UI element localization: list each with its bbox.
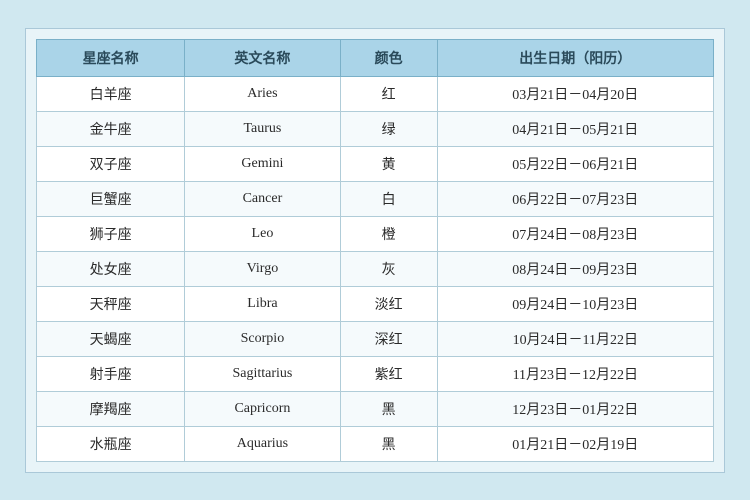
cell-english-name: Scorpio	[185, 321, 340, 356]
zodiac-table: 星座名称 英文名称 颜色 出生日期（阳历） 白羊座Aries红03月21日－04…	[36, 39, 714, 462]
cell-english-name: Cancer	[185, 181, 340, 216]
col-header-dates: 出生日期（阳历）	[437, 39, 713, 76]
cell-dates: 03月21日－04月20日	[437, 76, 713, 111]
cell-chinese-name: 双子座	[37, 146, 185, 181]
cell-color: 淡红	[340, 286, 437, 321]
cell-chinese-name: 水瓶座	[37, 426, 185, 461]
table-row: 白羊座Aries红03月21日－04月20日	[37, 76, 714, 111]
cell-color: 深红	[340, 321, 437, 356]
cell-chinese-name: 狮子座	[37, 216, 185, 251]
table-row: 天蝎座Scorpio深红10月24日－11月22日	[37, 321, 714, 356]
cell-color: 黑	[340, 426, 437, 461]
table-header-row: 星座名称 英文名称 颜色 出生日期（阳历）	[37, 39, 714, 76]
cell-chinese-name: 巨蟹座	[37, 181, 185, 216]
cell-color: 灰	[340, 251, 437, 286]
cell-english-name: Sagittarius	[185, 356, 340, 391]
cell-chinese-name: 天蝎座	[37, 321, 185, 356]
cell-dates: 04月21日－05月21日	[437, 111, 713, 146]
table-row: 金牛座Taurus绿04月21日－05月21日	[37, 111, 714, 146]
table-row: 双子座Gemini黄05月22日－06月21日	[37, 146, 714, 181]
cell-color: 红	[340, 76, 437, 111]
cell-dates: 06月22日－07月23日	[437, 181, 713, 216]
cell-dates: 05月22日－06月21日	[437, 146, 713, 181]
cell-chinese-name: 金牛座	[37, 111, 185, 146]
cell-color: 白	[340, 181, 437, 216]
cell-chinese-name: 处女座	[37, 251, 185, 286]
cell-english-name: Virgo	[185, 251, 340, 286]
table-row: 射手座Sagittarius紫红11月23日－12月22日	[37, 356, 714, 391]
cell-english-name: Gemini	[185, 146, 340, 181]
cell-dates: 08月24日－09月23日	[437, 251, 713, 286]
table-row: 天秤座Libra淡红09月24日－10月23日	[37, 286, 714, 321]
cell-dates: 10月24日－11月22日	[437, 321, 713, 356]
col-header-chinese: 星座名称	[37, 39, 185, 76]
cell-chinese-name: 射手座	[37, 356, 185, 391]
cell-color: 紫红	[340, 356, 437, 391]
cell-chinese-name: 天秤座	[37, 286, 185, 321]
cell-dates: 11月23日－12月22日	[437, 356, 713, 391]
table-row: 摩羯座Capricorn黑12月23日－01月22日	[37, 391, 714, 426]
cell-english-name: Capricorn	[185, 391, 340, 426]
cell-english-name: Aquarius	[185, 426, 340, 461]
cell-dates: 09月24日－10月23日	[437, 286, 713, 321]
cell-dates: 07月24日－08月23日	[437, 216, 713, 251]
table-row: 狮子座Leo橙07月24日－08月23日	[37, 216, 714, 251]
cell-english-name: Taurus	[185, 111, 340, 146]
cell-color: 橙	[340, 216, 437, 251]
zodiac-table-container: 星座名称 英文名称 颜色 出生日期（阳历） 白羊座Aries红03月21日－04…	[25, 28, 725, 473]
cell-color: 黑	[340, 391, 437, 426]
table-row: 处女座Virgo灰08月24日－09月23日	[37, 251, 714, 286]
cell-color: 黄	[340, 146, 437, 181]
cell-dates: 01月21日－02月19日	[437, 426, 713, 461]
col-header-color: 颜色	[340, 39, 437, 76]
cell-color: 绿	[340, 111, 437, 146]
cell-dates: 12月23日－01月22日	[437, 391, 713, 426]
cell-english-name: Aries	[185, 76, 340, 111]
cell-chinese-name: 白羊座	[37, 76, 185, 111]
table-row: 巨蟹座Cancer白06月22日－07月23日	[37, 181, 714, 216]
cell-english-name: Libra	[185, 286, 340, 321]
cell-chinese-name: 摩羯座	[37, 391, 185, 426]
cell-english-name: Leo	[185, 216, 340, 251]
col-header-english: 英文名称	[185, 39, 340, 76]
table-row: 水瓶座Aquarius黑01月21日－02月19日	[37, 426, 714, 461]
